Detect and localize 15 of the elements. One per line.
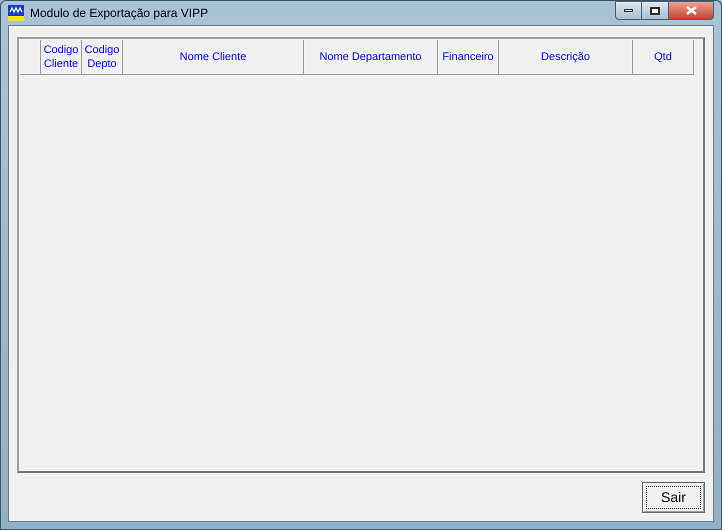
close-icon bbox=[686, 6, 696, 15]
exit-button[interactable]: Sair bbox=[642, 482, 705, 513]
row-indicator-header bbox=[20, 40, 41, 75]
column-header[interactable]: Financeiro bbox=[438, 40, 499, 75]
close-button[interactable] bbox=[668, 1, 714, 20]
column-header[interactable]: Nome Cliente bbox=[123, 40, 304, 75]
column-header[interactable]: Descrição bbox=[499, 40, 633, 75]
column-header[interactable]: Nome Departamento bbox=[304, 40, 438, 75]
column-header[interactable]: Codigo Depto bbox=[82, 40, 123, 75]
maximize-button[interactable] bbox=[642, 1, 668, 20]
column-header[interactable]: Qtd bbox=[633, 40, 694, 75]
minimize-button[interactable] bbox=[615, 1, 642, 20]
window-title: Modulo de Exportação para VIPP bbox=[30, 5, 208, 22]
column-header[interactable]: Codigo Cliente bbox=[41, 40, 82, 75]
app-icon bbox=[8, 5, 24, 21]
